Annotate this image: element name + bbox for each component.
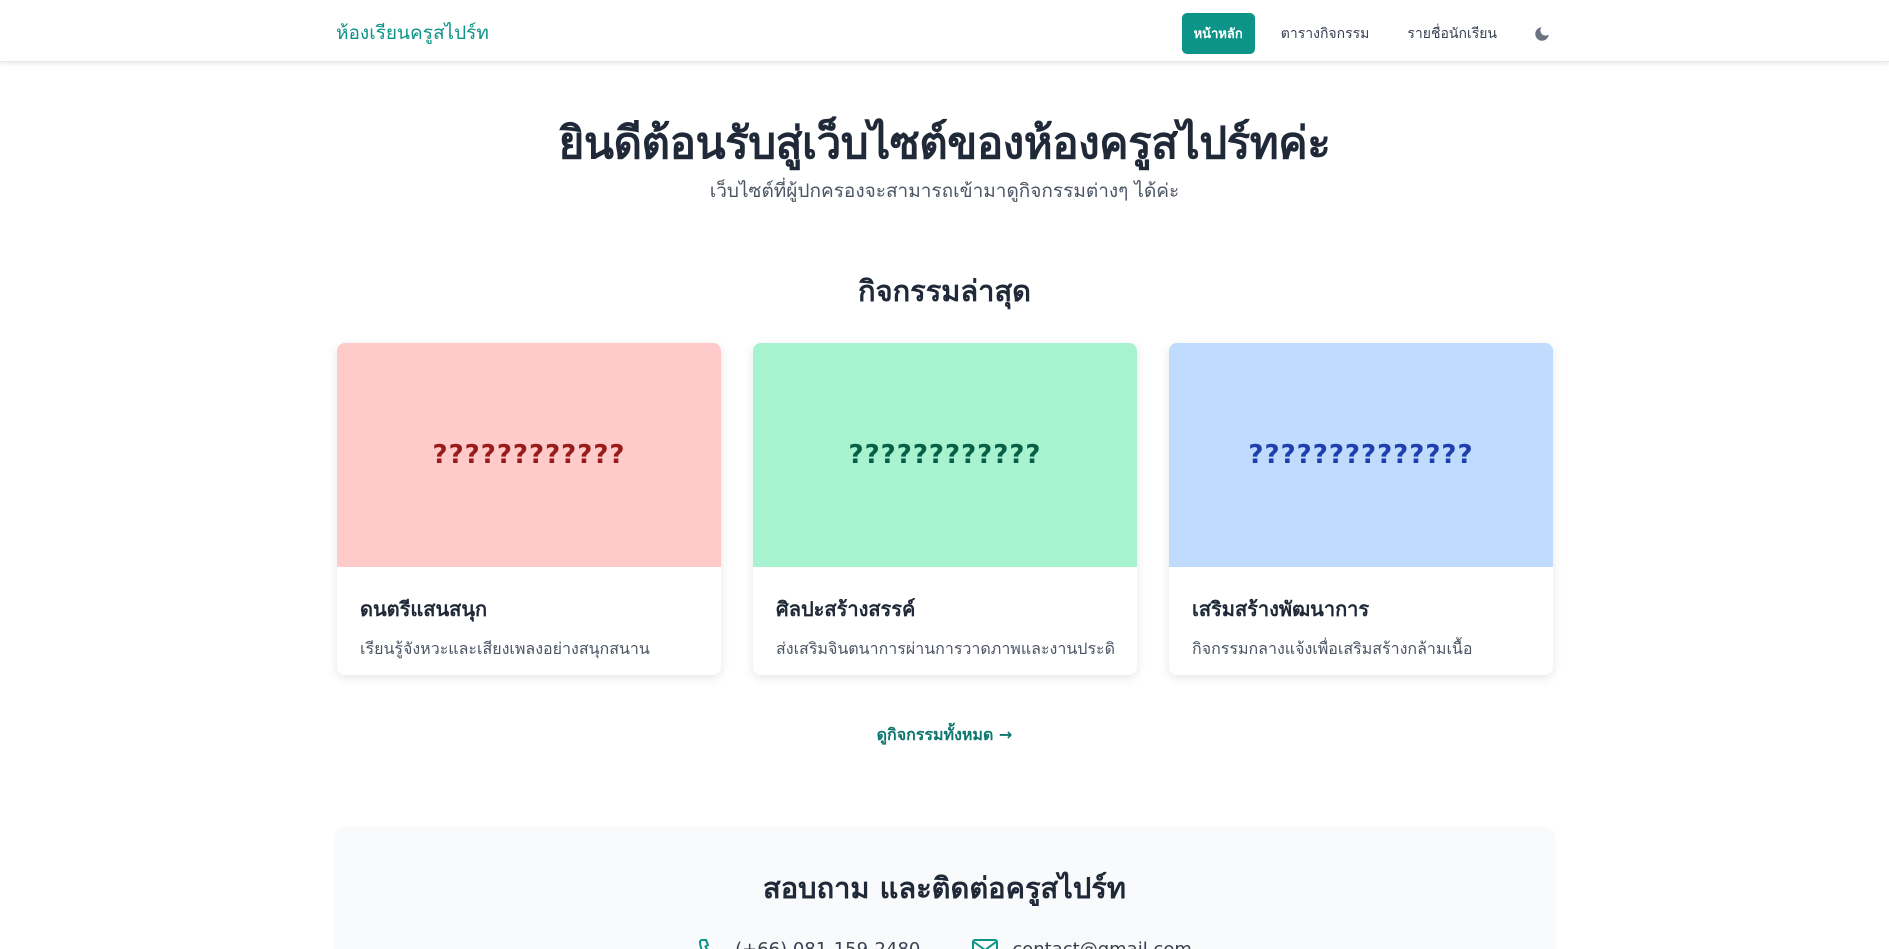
brand-logo-text[interactable]: ห้องเรียนครูสไปร์ท bbox=[336, 18, 489, 48]
activity-card-desc: กิจกรรมกลางแจ้งเพื่อเสริมสร้างกล้ามเนื้อ bbox=[1192, 639, 1473, 658]
activity-card-art[interactable]: ???????????? ศิลปะสร้างสรรค์ ส่งเสริมจิน… bbox=[753, 343, 1137, 675]
view-all-activities-link[interactable]: ดูกิจกรรมทั้งหมด → bbox=[0, 723, 1889, 748]
activity-card-title: ดนตรีแสนสนุก bbox=[360, 597, 488, 621]
phone-icon bbox=[699, 939, 714, 949]
nav-link-schedule[interactable]: ตารางกิจกรรม bbox=[1269, 14, 1382, 54]
hero-subtitle: เว็บไซต์ที่ผู้ปกครองจะสามารถเข้ามาดูกิจก… bbox=[709, 180, 1180, 202]
contact-phone-text: (+66) 081-159-2480 bbox=[735, 938, 921, 949]
activity-card-title: ศิลปะสร้างสรรค์ bbox=[776, 597, 916, 621]
navbar: ห้องเรียนครูสไปร์ท หน้าหลัก ตารางกิจกรรม… bbox=[0, 0, 1889, 62]
activity-card-image: ???????????? bbox=[753, 343, 1137, 567]
contact-title: สอบถาม และติดต่อครูสไปร์ท bbox=[763, 871, 1126, 905]
activity-card-desc: เรียนรู้จังหวะและเสียงเพลงอย่างสนุกสนาน bbox=[360, 639, 650, 658]
contact-email[interactable]: contact@gmail.com bbox=[972, 938, 1192, 949]
contact-phone[interactable]: (+66) 081-159-2480 bbox=[697, 937, 920, 949]
moon-icon[interactable] bbox=[1531, 23, 1553, 45]
activity-card-image: ???????????? bbox=[337, 343, 721, 567]
activity-card-desc: ส่งเสริมจินตนาการผ่านการวาดภาพและงานประด… bbox=[776, 639, 1114, 658]
nav-links: หน้าหลัก ตารางกิจกรรม รายชื่อนักเรียน bbox=[1168, 13, 1553, 54]
activity-card-development[interactable]: ?????????????? เสริมสร้างพัฒนาการ กิจกรร… bbox=[1169, 343, 1553, 675]
nav-link-home[interactable]: หน้าหลัก bbox=[1181, 13, 1255, 54]
hero-title: ยินดีต้อนรับสู่เว็บไซต์ของห้องครูสไปร์ทค… bbox=[558, 118, 1331, 169]
activity-card-image-text: ???????????? bbox=[848, 440, 1042, 470]
activity-card-image: ?????????????? bbox=[1169, 343, 1553, 567]
activities-section-title: กิจกรรมล่าสุด bbox=[858, 274, 1031, 308]
activity-card-image-text: ?????????????? bbox=[1248, 440, 1474, 470]
activity-card-music[interactable]: ???????????? ดนตรีแสนสนุก เรียนรู้จังหวะ… bbox=[337, 343, 721, 675]
activity-card-image-text: ???????????? bbox=[432, 440, 626, 470]
activity-card-title: เสริมสร้างพัฒนาการ bbox=[1192, 597, 1370, 621]
mail-icon bbox=[972, 939, 999, 949]
nav-link-students[interactable]: รายชื่อนักเรียน bbox=[1395, 14, 1509, 54]
contact-email-text: contact@gmail.com bbox=[1012, 938, 1192, 949]
contact-section: สอบถาม และติดต่อครูสไปร์ท (+66) 081-159-… bbox=[336, 827, 1553, 949]
